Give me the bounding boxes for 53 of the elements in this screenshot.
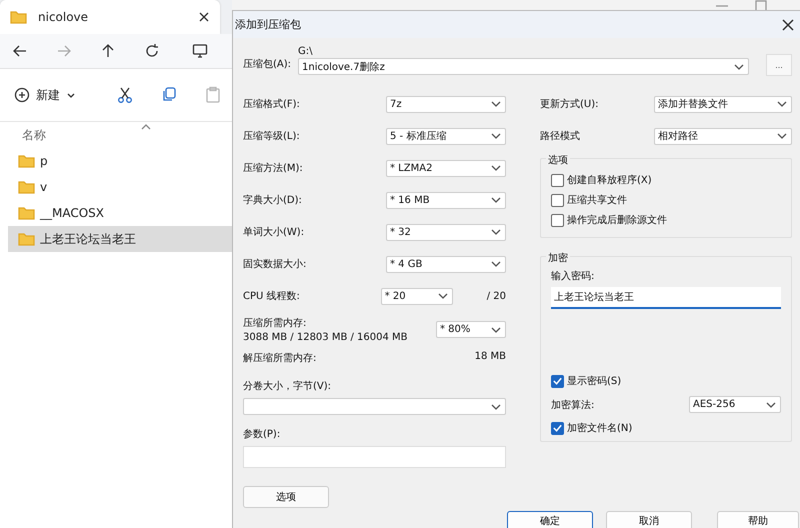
value-text: 18 MB — [474, 351, 506, 364]
field-label: 加密算法: — [551, 398, 594, 412]
field-label: 压缩方法(M): — [243, 162, 303, 175]
dropdown[interactable]: 5 - 标准压缩 — [386, 128, 506, 144]
field-label: 分卷大小，字节(V): — [243, 380, 332, 393]
dropdown[interactable]: * 16 MB — [386, 192, 506, 208]
file-row[interactable]: 上老王论坛当老王 — [8, 226, 232, 252]
dropdown[interactable]: AES-256 — [689, 396, 781, 413]
window-tab[interactable]: nicolove — [0, 0, 220, 34]
dropdown[interactable]: 相对路径 — [654, 128, 792, 144]
field-label: 压缩所需内存: — [243, 316, 308, 330]
dialog-button[interactable]: 取消 — [606, 511, 692, 528]
dropdown[interactable]: 7z — [386, 96, 506, 112]
field-label: 固实数据大小: — [243, 258, 306, 271]
group-title: 加密 — [546, 251, 570, 265]
dropdown[interactable]: * 20 — [380, 288, 453, 304]
file-row[interactable]: v — [8, 174, 232, 200]
field-label: 压缩等级(L): — [243, 130, 300, 143]
dropdown[interactable]: * 80% — [436, 321, 506, 338]
new-button[interactable]: 新建 — [14, 86, 76, 104]
field-label: 压缩包(A): — [243, 58, 292, 71]
checkbox-label: 创建自释放程序(X) — [567, 174, 652, 187]
window-title: 添加到压缩包 — [235, 17, 301, 32]
field-label: 更新方式(U): — [540, 98, 598, 111]
dropdown[interactable]: 添加并替换文件 — [654, 96, 792, 112]
dialog-button[interactable]: 帮助 — [717, 511, 799, 528]
field-label: 输入密码: — [551, 270, 596, 283]
field-label: 解压缩所需内存: — [243, 352, 316, 365]
group-title: 选项 — [546, 153, 570, 167]
file-row[interactable]: __MACOSX — [8, 200, 232, 226]
field-label: 字典大小(D): — [243, 194, 302, 207]
archive-combo[interactable]: 1nicolove.7删除z — [298, 58, 749, 75]
password-field[interactable]: 上老王论坛当老王 — [551, 287, 781, 309]
value-text: / 20 — [486, 290, 506, 302]
browse-button[interactable]: ... — [766, 54, 792, 76]
checkbox-label: 压缩共享文件 — [567, 194, 627, 207]
dropdown[interactable]: * 4 GB — [386, 256, 506, 272]
column-header[interactable]: 名称 — [22, 126, 46, 144]
value-text: 3088 MB / 12803 MB / 16004 MB — [243, 332, 408, 343]
field-label: 压缩格式(F): — [243, 98, 300, 111]
checkbox-label: 加密文件名(N) — [567, 422, 632, 435]
checkbox-label: 显示密码(S) — [567, 374, 622, 388]
field-label: 路径模式 — [540, 130, 580, 143]
dialog-button[interactable]: 确定 — [507, 511, 593, 528]
field-label: CPU 线程数: — [243, 290, 300, 303]
dropdown[interactable]: * 32 — [386, 224, 506, 240]
path-text: G:\ — [298, 46, 314, 57]
field-label: 参数(P): — [243, 428, 282, 441]
file-row[interactable]: p — [8, 148, 232, 174]
field-label: 单词大小(W): — [243, 226, 304, 239]
checkbox-label: 操作完成后删除源文件 — [567, 214, 667, 227]
dropdown[interactable]: * LZMA2 — [386, 160, 506, 176]
options-button[interactable]: 选项 — [243, 486, 329, 508]
